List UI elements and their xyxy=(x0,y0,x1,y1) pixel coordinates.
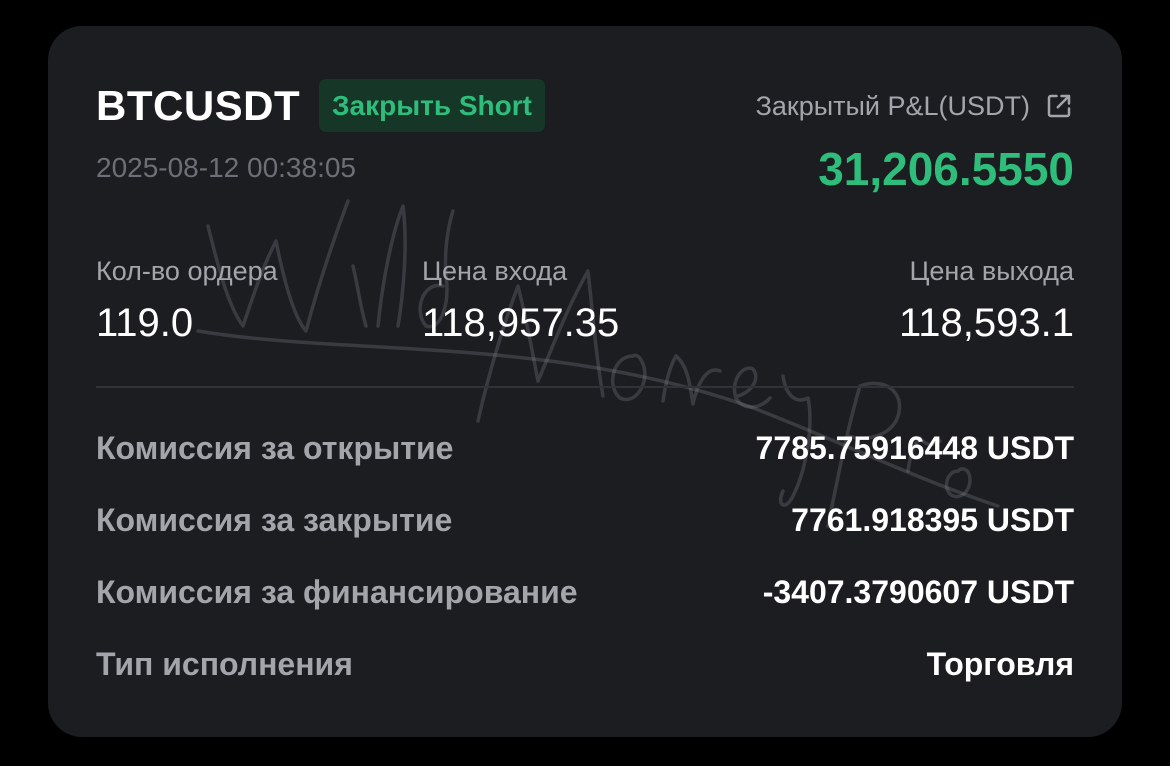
symbol-title: BTCUSDT xyxy=(96,82,301,129)
pnl-header: Закрытый P&L(USDT) xyxy=(756,89,1074,123)
closing-fee-label: Комиссия за закрытие xyxy=(96,502,453,538)
exit-price-label: Цена выхода xyxy=(909,256,1074,286)
pnl-value: 31,206.5550 xyxy=(818,143,1074,195)
execution-type-value: Торговля xyxy=(926,646,1074,682)
exit-price-value: 118,593.1 xyxy=(899,301,1074,345)
opening-fee-label: Комиссия за открытие xyxy=(96,430,454,466)
pnl-label: Закрытый P&L(USDT) xyxy=(755,91,1030,121)
funding-fee-label: Комиссия за финансирование xyxy=(96,574,578,610)
divider xyxy=(96,386,1074,388)
order-qty-label: Кол-во ордера xyxy=(96,256,278,286)
trade-timestamp: 2025-08-12 00:38:05 xyxy=(96,152,356,183)
opening-fee-value: 7785.75916448 USDT xyxy=(755,430,1074,466)
external-link-icon[interactable] xyxy=(1044,91,1074,121)
entry-price-value: 118,957.35 xyxy=(422,301,620,345)
trade-card: BTCUSDT Закрыть Short 2025-08-12 00:38:0… xyxy=(48,26,1122,737)
order-qty-value: 119.0 xyxy=(96,301,194,345)
funding-fee-value: -3407.3790607 USDT xyxy=(762,574,1074,610)
side-badge: Закрыть Short xyxy=(319,79,545,132)
execution-type-label: Тип исполнения xyxy=(96,646,353,682)
watermark-logo xyxy=(196,199,1000,528)
closing-fee-value: 7761.918395 USDT xyxy=(791,502,1074,538)
entry-price-label: Цена входа xyxy=(422,256,568,286)
